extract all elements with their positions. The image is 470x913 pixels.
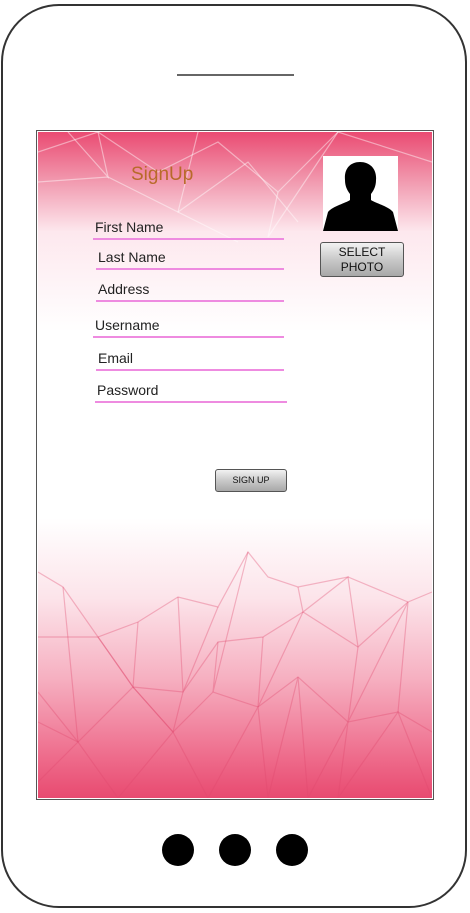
email-field[interactable]: Email (96, 349, 284, 371)
address-field[interactable]: Address (96, 280, 284, 302)
last-name-field[interactable]: Last Name (96, 248, 284, 270)
password-label: Password (97, 382, 159, 398)
speaker-grille (177, 74, 294, 76)
signup-screen: SignUp SELECT PHOTO First Name Last Name… (38, 132, 432, 798)
user-silhouette-icon (323, 156, 398, 231)
select-photo-button[interactable]: SELECT PHOTO (320, 242, 404, 277)
username-label: Username (95, 317, 160, 333)
page-title: SignUp (131, 164, 194, 185)
first-name-label: First Name (95, 219, 164, 235)
address-label: Address (98, 281, 150, 297)
email-label: Email (98, 350, 134, 366)
password-field[interactable]: Password (95, 381, 287, 403)
username-field[interactable]: Username (93, 316, 284, 338)
home-dot-icon[interactable] (276, 834, 308, 866)
first-name-field[interactable]: First Name (93, 218, 284, 240)
home-dot-icon[interactable] (162, 834, 194, 866)
last-name-label: Last Name (98, 249, 166, 265)
sign-up-button[interactable]: SIGN UP (215, 469, 287, 492)
home-dot-icon[interactable] (219, 834, 251, 866)
